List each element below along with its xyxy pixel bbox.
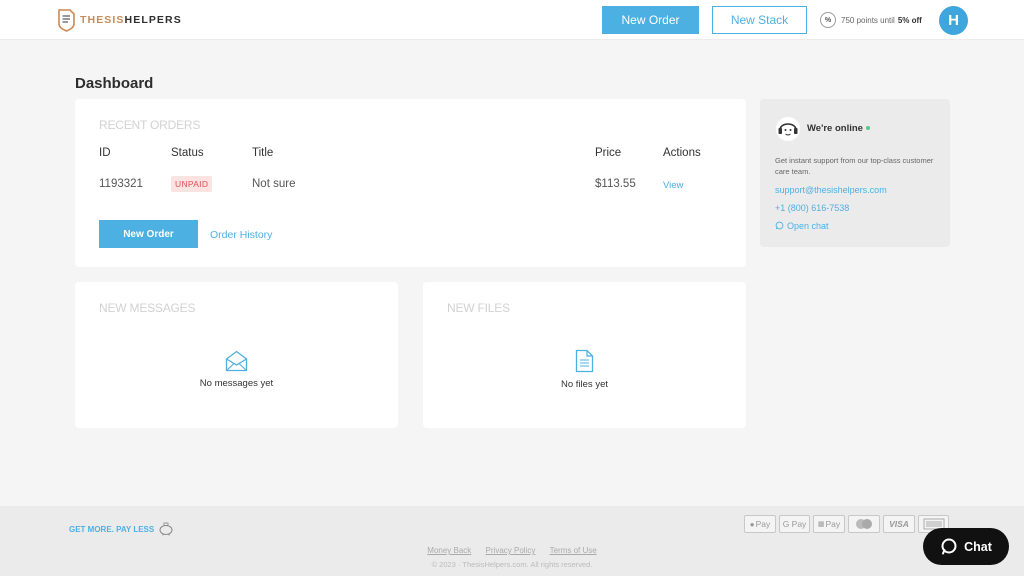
- new-stack-button[interactable]: New Stack: [712, 6, 807, 34]
- column-header-price: Price: [595, 147, 622, 159]
- footer: GET MORE. PAY LESS ● Pay G Pay ▦ Pay VISA …: [0, 506, 1024, 576]
- points-text: 750 points until: [841, 15, 895, 25]
- chat-bubble-icon: [775, 221, 784, 230]
- new-messages-title: NEW MESSAGES: [99, 301, 196, 315]
- logo-text: THESISHELPERS: [80, 14, 182, 26]
- payment-methods: ● Pay G Pay ▦ Pay VISA: [744, 515, 952, 533]
- column-header-actions: Actions: [663, 147, 701, 159]
- promo-link[interactable]: GET MORE. PAY LESS: [69, 522, 174, 536]
- new-order-button[interactable]: New Order: [99, 220, 198, 248]
- view-order-link[interactable]: View: [663, 180, 683, 191]
- apple-pay-icon: ● Pay: [744, 515, 776, 533]
- user-avatar[interactable]: H: [939, 6, 968, 35]
- new-messages-card: NEW MESSAGES No messages yet: [75, 282, 398, 428]
- online-status: We're online: [807, 123, 870, 134]
- open-chat-link[interactable]: Open chat: [775, 221, 829, 231]
- chat-bubble-icon: [941, 538, 957, 555]
- terms-of-use-link[interactable]: Terms of Use: [550, 546, 597, 555]
- top-header: THESISHELPERS New Order New Stack % 750 …: [0, 0, 1024, 40]
- logo[interactable]: THESISHELPERS: [57, 8, 182, 32]
- apple-logo-icon: ●: [749, 519, 755, 529]
- order-history-link[interactable]: Order History: [210, 229, 272, 241]
- google-pay-icon: G Pay: [779, 515, 810, 533]
- support-email-link[interactable]: support@thesishelpers.com: [775, 185, 887, 195]
- order-title: Not sure: [252, 178, 296, 190]
- column-header-title: Title: [252, 147, 274, 159]
- recent-orders-title: RECENT ORDERS: [99, 118, 201, 132]
- support-agent-icon: [776, 117, 800, 141]
- support-phone-link[interactable]: +1 (800) 616-7538: [775, 203, 849, 213]
- page-title: Dashboard: [75, 75, 154, 92]
- points-indicator[interactable]: % 750 points until 5% off: [820, 12, 922, 28]
- no-files-text: No files yet: [561, 379, 608, 390]
- percent-icon: %: [820, 12, 836, 28]
- recent-orders-card: RECENT ORDERS ID Status Title Price Acti…: [75, 99, 746, 267]
- chat-button[interactable]: Chat: [923, 528, 1009, 565]
- money-back-link[interactable]: Money Back: [427, 546, 471, 555]
- online-dot-icon: [865, 126, 870, 131]
- copyright: © 2023 · ThesisHelpers.com. All rights r…: [431, 560, 593, 569]
- header-new-order-button[interactable]: New Order: [602, 6, 699, 34]
- order-id: 1193321: [99, 178, 143, 190]
- footer-links: Money Back Privacy Policy Terms of Use: [0, 546, 1024, 555]
- generic-pay-icon: ▦ Pay: [813, 515, 845, 533]
- grid-icon: ▦: [817, 521, 825, 528]
- support-panel: We're online Get instant support from ou…: [760, 99, 950, 247]
- mastercard-icon: [848, 515, 880, 533]
- column-header-status: Status: [171, 147, 204, 159]
- privacy-policy-link[interactable]: Privacy Policy: [486, 546, 536, 555]
- new-files-title: NEW FILES: [447, 301, 510, 315]
- envelope-open-icon: [225, 350, 248, 372]
- points-discount: 5% off: [897, 15, 922, 25]
- visa-icon: VISA: [883, 515, 915, 533]
- order-price: $113.55: [595, 178, 636, 190]
- document-icon: [575, 349, 594, 373]
- column-header-id: ID: [99, 147, 111, 159]
- support-description: Get instant support from our top-class c…: [775, 156, 934, 176]
- piggy-bank-icon: [159, 522, 173, 536]
- status-badge: UNPAID: [171, 176, 213, 192]
- new-files-card: NEW FILES No files yet: [423, 282, 746, 428]
- no-messages-text: No messages yet: [199, 378, 274, 389]
- logo-icon: [58, 9, 75, 32]
